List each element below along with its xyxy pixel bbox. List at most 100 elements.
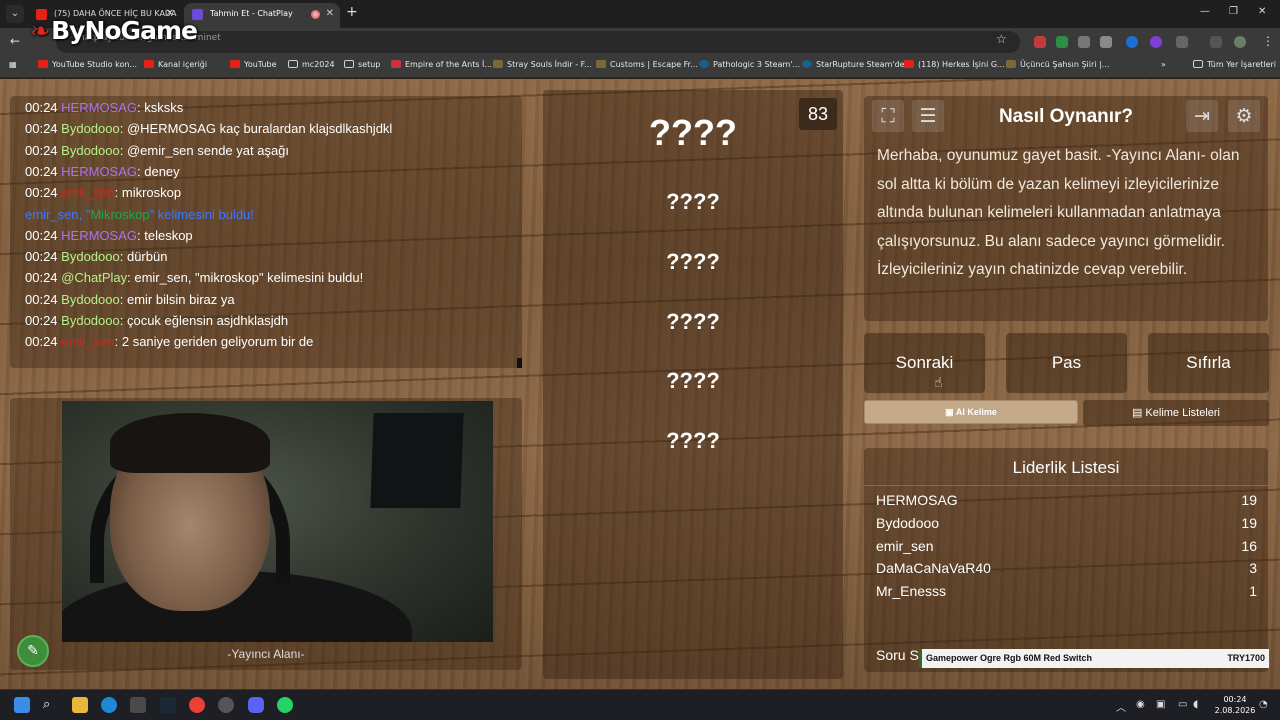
whatsapp-icon[interactable] bbox=[277, 697, 293, 713]
store-icon[interactable] bbox=[130, 697, 146, 713]
chat-text: : dürbün bbox=[119, 249, 168, 265]
tray-expand-icon[interactable]: ︿ bbox=[1116, 699, 1126, 714]
file-explorer-icon[interactable] bbox=[72, 697, 88, 713]
back-icon[interactable]: ← bbox=[10, 34, 20, 48]
hidden-word: ???? bbox=[666, 428, 720, 453]
word-list-panel: 83 ???? ???? ???? ???? ???? ???? bbox=[543, 90, 843, 679]
bookmark-item[interactable]: Customs | Escape Fr... bbox=[596, 60, 698, 69]
extension-icon[interactable] bbox=[1100, 36, 1112, 48]
chat-time: 00:24 bbox=[25, 163, 58, 179]
chat-text: : 2 saniye geriden geliyorum bir de bbox=[114, 334, 314, 350]
extension-icon[interactable] bbox=[1150, 36, 1162, 48]
apps-icon[interactable]: ▦ bbox=[9, 60, 17, 69]
chrome-icon[interactable] bbox=[189, 697, 205, 713]
chat-message: 00:24 HERMOSAG: ksksks bbox=[25, 100, 183, 116]
bookmark-item[interactable]: Üçüncü Şahsın Şiiri |... bbox=[1006, 60, 1109, 69]
hidden-word: ???? bbox=[666, 309, 720, 334]
chat-time: 00:24 bbox=[25, 227, 58, 243]
chat-text: : @emir_sen sende yat aşağı bbox=[119, 142, 290, 158]
streamer-hair bbox=[110, 413, 270, 473]
edge-icon[interactable] bbox=[101, 697, 117, 713]
chat-username: Bydodooo bbox=[61, 291, 120, 307]
all-bookmarks[interactable]: Tüm Yer İşaretleri bbox=[1193, 60, 1276, 69]
chat-scrollbar[interactable] bbox=[517, 358, 522, 368]
chat-username: emir_sen bbox=[61, 185, 115, 201]
watermark-logo: ❧ByNoGame bbox=[30, 16, 198, 45]
more-bookmarks-icon[interactable]: » bbox=[1161, 60, 1166, 69]
profile-avatar[interactable] bbox=[1234, 36, 1246, 48]
bookmark-item[interactable]: Stray Souls İndir - F... bbox=[493, 60, 592, 69]
system-clock[interactable]: 00:24 2.08.2026 bbox=[1212, 694, 1258, 716]
bookmark-folder[interactable]: mc2024 bbox=[288, 60, 335, 69]
how-to-play-text: Merhaba, oyunumuz gayet basit. -Yayıncı … bbox=[877, 147, 1240, 278]
bookmark-folder[interactable]: setup bbox=[344, 60, 380, 69]
chat-text: : teleskop bbox=[137, 227, 193, 243]
tray-app-icon[interactable]: ◉ bbox=[1136, 699, 1145, 710]
webcam-feed bbox=[62, 401, 493, 642]
chat-username: HERMOSAG bbox=[61, 227, 138, 243]
bookmark-star-icon[interactable]: ☆ bbox=[996, 32, 1007, 46]
chat-panel: 00:24 HERMOSAG: ksksks 00:24 Bydodooo: @H… bbox=[10, 96, 522, 368]
leaderboard-title: Liderlik Listesi bbox=[864, 458, 1268, 486]
puzzle-icon[interactable] bbox=[1176, 36, 1188, 48]
hidden-word: ???? bbox=[666, 368, 720, 393]
extension-icon[interactable] bbox=[1078, 36, 1090, 48]
chat-message: 00:24 Bydodooo: çocuk eğlensin asjdhklas… bbox=[25, 313, 288, 329]
promo-banner[interactable]: Gamepower Ogre Rgb 60M Red Switch TRY170… bbox=[919, 649, 1269, 668]
bookmark-item[interactable]: Kanal içeriği bbox=[144, 60, 207, 69]
bookmark-item[interactable]: StarRupture Steam'de bbox=[802, 60, 905, 69]
leaderboard-row: emir_sen 16 bbox=[876, 538, 1257, 554]
promo-price: TRY1700 bbox=[1227, 653, 1265, 663]
chat-time: 00:24 bbox=[25, 142, 58, 158]
chat-username: Bydodooo bbox=[61, 142, 120, 158]
media-icon[interactable] bbox=[1210, 36, 1222, 48]
tab-chatplay[interactable]: Tahmin Et - ChatPlay ✕ bbox=[184, 3, 340, 28]
pass-button[interactable]: Pas bbox=[1006, 333, 1127, 393]
extension-icon[interactable] bbox=[1034, 36, 1046, 48]
next-button[interactable]: Sonraki bbox=[864, 333, 985, 393]
steam-icon[interactable] bbox=[160, 697, 176, 713]
chat-username: HERMOSAG bbox=[61, 100, 138, 115]
new-tab-button[interactable]: + bbox=[346, 4, 358, 20]
close-tab-icon[interactable]: ✕ bbox=[326, 3, 334, 25]
chat-text: : @HERMOSAG kaç buralardan klajsdlkashjd… bbox=[119, 121, 393, 137]
menu-icon[interactable]: ⋮ bbox=[1262, 34, 1274, 48]
minimize-icon[interactable]: — bbox=[1200, 6, 1210, 17]
tab-search-button[interactable]: ⌄ bbox=[6, 5, 24, 23]
bookmark-item[interactable]: (118) Herkes İşini G... bbox=[904, 60, 1005, 69]
notification-icon[interactable]: ◔ bbox=[1259, 699, 1268, 710]
chat-message: 00:24 Bydodooo: dürbün bbox=[25, 249, 167, 265]
recording-icon bbox=[311, 10, 320, 19]
volume-icon[interactable]: ◖ bbox=[1193, 699, 1198, 710]
exit-icon[interactable]: ⇥ bbox=[1186, 100, 1218, 132]
reset-button[interactable]: Sıfırla bbox=[1148, 333, 1269, 393]
word-lists-button[interactable]: ▤ Kelime Listeleri bbox=[1083, 400, 1269, 426]
chat-text: : deney bbox=[137, 163, 180, 179]
bookmark-item[interactable]: Empire of the Ants İ... bbox=[391, 60, 492, 69]
search-icon[interactable]: ⌕ bbox=[43, 697, 59, 713]
hidden-word: ???? bbox=[649, 112, 737, 153]
bookmark-item[interactable]: Pathologic 3 Steam'... bbox=[699, 60, 800, 69]
chat-username: @ChatPlay bbox=[61, 270, 128, 286]
how-to-play-panel: ⛶ ☰ Nasıl Oynanır? ⇥ ⚙ Merhaba, oyunumuz… bbox=[864, 96, 1268, 321]
start-icon[interactable] bbox=[14, 697, 30, 713]
chat-username: Bydodooo bbox=[61, 121, 120, 137]
network-icon[interactable]: ▭ bbox=[1178, 699, 1187, 710]
bookmark-item[interactable]: YouTube bbox=[230, 60, 277, 69]
ai-word-button[interactable]: ▣ AI Kelime bbox=[864, 400, 1078, 424]
restore-icon[interactable]: ❐ bbox=[1229, 6, 1238, 17]
chat-text: : emir bilsin biraz ya bbox=[119, 291, 235, 307]
streamer-area-label: -Yayıncı Alanı- bbox=[227, 647, 305, 661]
promo-product: Gamepower Ogre Rgb 60M Red Switch bbox=[926, 653, 1093, 663]
bookmark-item[interactable]: YouTube Studio kon... bbox=[38, 60, 137, 69]
close-window-icon[interactable]: ✕ bbox=[1258, 6, 1266, 17]
hidden-word: ???? bbox=[666, 189, 720, 214]
obs-icon[interactable] bbox=[218, 697, 234, 713]
extension-icon[interactable] bbox=[1056, 36, 1068, 48]
gear-icon[interactable]: ⚙ bbox=[1228, 100, 1260, 132]
discord-icon[interactable] bbox=[248, 697, 264, 713]
chat-text: : ksksks bbox=[137, 100, 184, 115]
extension-icon[interactable] bbox=[1126, 36, 1138, 48]
tray-app-icon[interactable]: ▣ bbox=[1156, 699, 1165, 710]
leaderboard-row: HERMOSAG 19 bbox=[876, 492, 1257, 508]
